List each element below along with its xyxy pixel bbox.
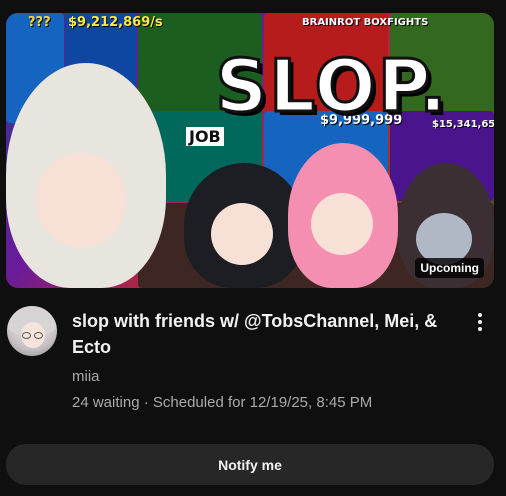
character-face <box>211 203 273 265</box>
scheduled-time: Scheduled for 12/19/25, 8:45 PM <box>152 394 373 411</box>
thumbnail-tile-label: $9,212,869/s <box>68 15 163 30</box>
video-title[interactable]: slop with friends w/ @TobsChannel, Mei, … <box>72 308 462 360</box>
three-dots-vertical-icon[interactable] <box>468 308 492 336</box>
avatar-glasses <box>22 332 31 339</box>
video-card: ??? $9,212,869/s BRAINROT BOXFIGHTS JOB … <box>0 0 506 496</box>
character-face <box>311 193 373 255</box>
thumbnail-title: SLOP. <box>214 43 449 130</box>
thumbnail-tile-label: BRAINROT BOXFIGHTS <box>302 17 429 28</box>
meta-separator: · <box>139 394 153 411</box>
upcoming-badge: Upcoming <box>415 258 484 278</box>
notify-me-button[interactable]: Notify me <box>6 444 494 485</box>
thumbnail-tile-label: ??? <box>28 15 51 30</box>
character-face <box>36 153 126 248</box>
channel-avatar[interactable] <box>7 306 57 356</box>
video-details: slop with friends w/ @TobsChannel, Mei, … <box>72 308 462 411</box>
thumbnail-tile-label: JOB <box>186 127 224 146</box>
avatar-glasses <box>34 332 43 339</box>
video-metadata: 24 waiting · Scheduled for 12/19/25, 8:4… <box>72 394 462 411</box>
thumbnail-title-band: SLOP. <box>162 43 494 130</box>
video-thumbnail[interactable]: ??? $9,212,869/s BRAINROT BOXFIGHTS JOB … <box>6 13 494 288</box>
waiting-count: 24 waiting <box>72 394 140 411</box>
channel-name[interactable]: miia <box>72 368 462 385</box>
